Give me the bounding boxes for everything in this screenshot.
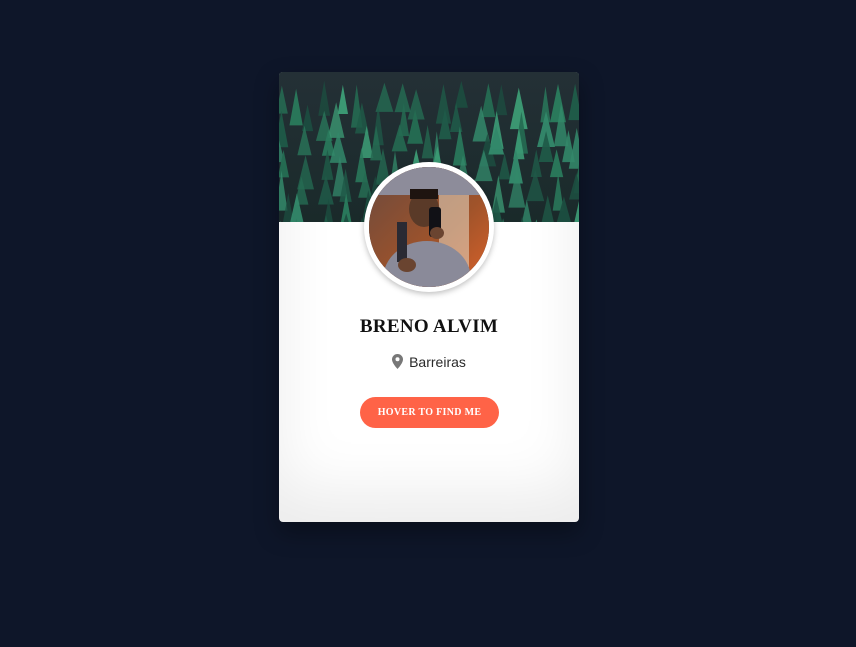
profile-location: Barreiras [279, 354, 579, 372]
profile-name: BRENO ALVIM [359, 316, 499, 337]
profile-card: BRENO ALVIM Barreiras HOVER TO FIND ME [279, 72, 579, 522]
find-me-button[interactable]: HOVER TO FIND ME [360, 397, 499, 428]
avatar [369, 167, 489, 287]
location-label: Barreiras [409, 354, 466, 370]
avatar-frame [364, 162, 494, 292]
map-pin-icon [392, 354, 404, 372]
